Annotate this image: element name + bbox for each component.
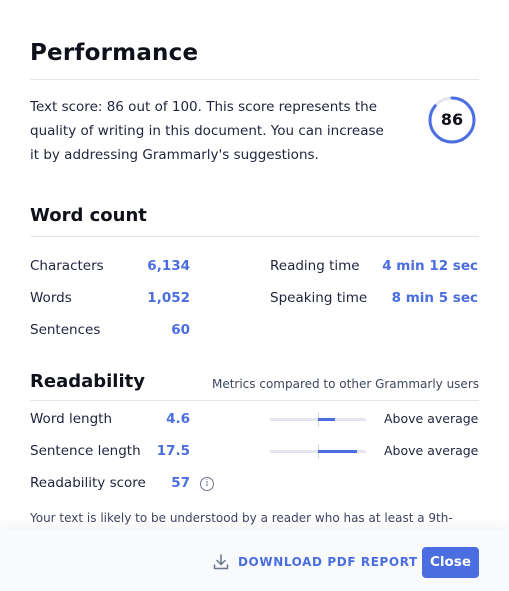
sentence-length-bar	[270, 444, 366, 459]
readability-summary: Your text is likely to be understood by …	[30, 511, 453, 525]
readability-note: Metrics compared to other Grammarly user…	[211, 377, 479, 391]
word-length-value: 4.6	[166, 411, 190, 427]
words-label: Words	[30, 290, 72, 306]
readability-title: Readability	[30, 371, 145, 392]
words-value: 1,052	[147, 290, 190, 306]
download-icon	[213, 554, 229, 570]
sentence-length-rating: Above average	[384, 443, 479, 458]
close-button[interactable]: Close	[422, 547, 479, 578]
characters-value: 6,134	[147, 258, 190, 274]
word-length-rating: Above average	[384, 411, 479, 426]
sentence-length-label: Sentence length	[30, 443, 141, 459]
reading-time-label: Reading time	[270, 258, 360, 274]
speaking-time-value: 8 min 5 sec	[391, 290, 478, 306]
sentence-length-value: 17.5	[156, 443, 190, 459]
word-length-bar	[270, 412, 366, 427]
dialog-footer: DOWNLOAD PDF REPORT Close	[0, 530, 509, 591]
performance-description: Text score: 86 out of 100. This score re…	[30, 99, 384, 163]
divider	[30, 79, 479, 80]
characters-label: Characters	[30, 258, 104, 274]
readability-score-label: Readability score	[30, 475, 146, 491]
info-icon[interactable]: i	[200, 477, 214, 491]
download-pdf-label: DOWNLOAD PDF REPORT	[238, 555, 418, 569]
sentences-value: 60	[171, 322, 190, 338]
word-length-label: Word length	[30, 411, 113, 427]
reading-time-value: 4 min 12 sec	[382, 258, 478, 274]
word-count-title: Word count	[30, 205, 147, 226]
performance-title: Performance	[30, 40, 199, 66]
performance-dialog: Performance Text score: 86 out of 100. T…	[0, 0, 509, 591]
sentences-label: Sentences	[30, 322, 101, 338]
speaking-time-label: Speaking time	[270, 290, 368, 306]
download-pdf-button[interactable]: DOWNLOAD PDF REPORT	[212, 550, 418, 574]
dialog-content[interactable]: Performance Text score: 86 out of 100. T…	[30, 0, 479, 530]
sentence-length-bar-fill	[318, 450, 357, 453]
score-value: 86	[440, 110, 464, 129]
divider	[30, 236, 479, 237]
readability-score-value: 57	[171, 475, 190, 491]
score-gauge: 86	[427, 95, 477, 145]
divider	[30, 400, 479, 401]
word-length-bar-fill	[318, 418, 335, 421]
